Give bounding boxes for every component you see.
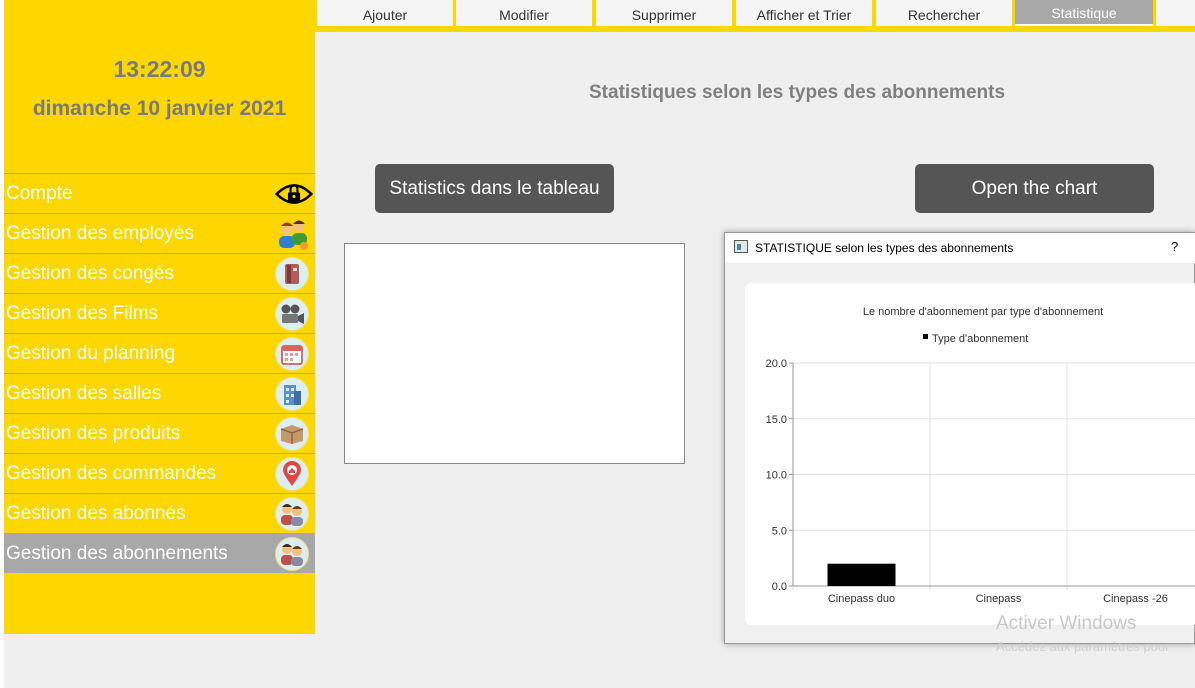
tab-bar: Ajouter Modifier Supprimer Afficher et T… [315,0,1195,32]
windows-activation-subtext: Accédez aux paramètres pour [996,639,1170,654]
tab-ajouter[interactable]: Ajouter [317,0,453,26]
people-icon [275,537,309,571]
statistics-table-button[interactable]: Statistics dans le tableau [375,164,614,213]
sidebar-item-abonnements[interactable]: Gestion des abonnements [4,533,315,573]
sidebar-item-label: Gestion des salles [6,382,162,404]
employees-icon [275,217,309,251]
sidebar-item-label: Gestion des congés [6,262,174,284]
help-button[interactable]: ? [1171,239,1178,254]
legend-swatch [923,334,928,339]
sidebar-item-label: Gestion des commandes [6,462,217,484]
sidebar-item-films[interactable]: Gestion des Films [4,293,315,333]
app-window-icon [734,240,748,253]
lock-eye-icon [275,177,313,211]
x-tick-label: Cinepass [976,593,1022,605]
people-icon [275,497,309,531]
sidebar-item-conges[interactable]: Gestion des congés [4,253,315,293]
sidebar-item-label: Gestion des abonnements [6,542,228,564]
sidebar-item-employes[interactable]: Gestion des employés [4,213,315,253]
chart-window-titlebar[interactable]: STATISTIQUE selon les types des abonneme… [725,233,1195,263]
bar-chart: Le nombre d'abonnement par type d'abonne… [766,306,1195,605]
open-chart-button[interactable]: Open the chart [915,164,1154,213]
chart-card: Le nombre d'abonnement par type d'abonne… [745,283,1195,625]
calendar-icon [275,337,309,371]
clock: 13:22:09 [113,56,206,82]
sidebar: 13:22:09 dimanche 10 janvier 2021 Compte… [4,0,315,634]
windows-activation-watermark: Activer Windows [996,613,1137,634]
tab-afficher-et-trier[interactable]: Afficher et Trier [736,0,872,26]
location-pin-icon [275,457,309,491]
x-tick-label: Cinepass duo [828,593,895,605]
sidebar-item-label: Gestion du planning [6,342,176,364]
date-label: dimanche 10 janvier 2021 [32,97,287,120]
x-tick-label: Cinepass -26 [1103,593,1168,605]
tab-supprimer[interactable]: Supprimer [596,0,732,26]
sidebar-item-compte[interactable]: Compte [4,173,315,213]
sidebar-item-commandes[interactable]: Gestion des commandes [4,453,315,493]
y-tick-label: 10.0 [766,470,787,482]
sidebar-nav: Compte Gestion des employés Gestion des … [4,173,315,573]
tab-modifier[interactable]: Modifier [456,0,592,26]
chart-window-title: STATISTIQUE selon les types des abonneme… [755,241,1014,255]
y-tick-label: 5.0 [772,525,787,537]
page-title: Statistiques selon les types des abonnem… [589,82,1006,103]
y-tick-label: 0.0 [772,581,787,593]
sidebar-item-label: Compte [6,182,73,204]
box-icon [275,417,309,451]
sidebar-item-salles[interactable]: Gestion des salles [4,373,315,413]
sidebar-item-produits[interactable]: Gestion des produits [4,413,315,453]
sidebar-item-label: Gestion des Films [6,302,159,324]
bar [827,563,896,586]
book-icon [275,257,309,291]
tab-statistique[interactable]: Statistique [1015,0,1153,26]
y-tick-label: 15.0 [766,414,787,426]
tab-overflow[interactable] [1156,0,1195,26]
legend-label: Type d'abonnement [932,333,1028,345]
chart-window: STATISTIQUE selon les types des abonneme… [724,232,1195,644]
y-tick-label: 20.0 [766,358,787,370]
tab-rechercher[interactable]: Rechercher [876,0,1012,26]
statistics-table [344,243,685,464]
film-camera-icon [275,297,309,331]
sidebar-item-label: Gestion des abonnés [6,502,186,524]
sidebar-item-label: Gestion des employés [6,222,194,244]
building-icon [275,377,309,411]
sidebar-item-planning[interactable]: Gestion du planning [4,333,315,373]
sidebar-item-label: Gestion des produits [6,422,181,444]
sidebar-item-abonnes[interactable]: Gestion des abonnés [4,493,315,533]
chart-title: Le nombre d'abonnement par type d'abonne… [863,306,1103,318]
